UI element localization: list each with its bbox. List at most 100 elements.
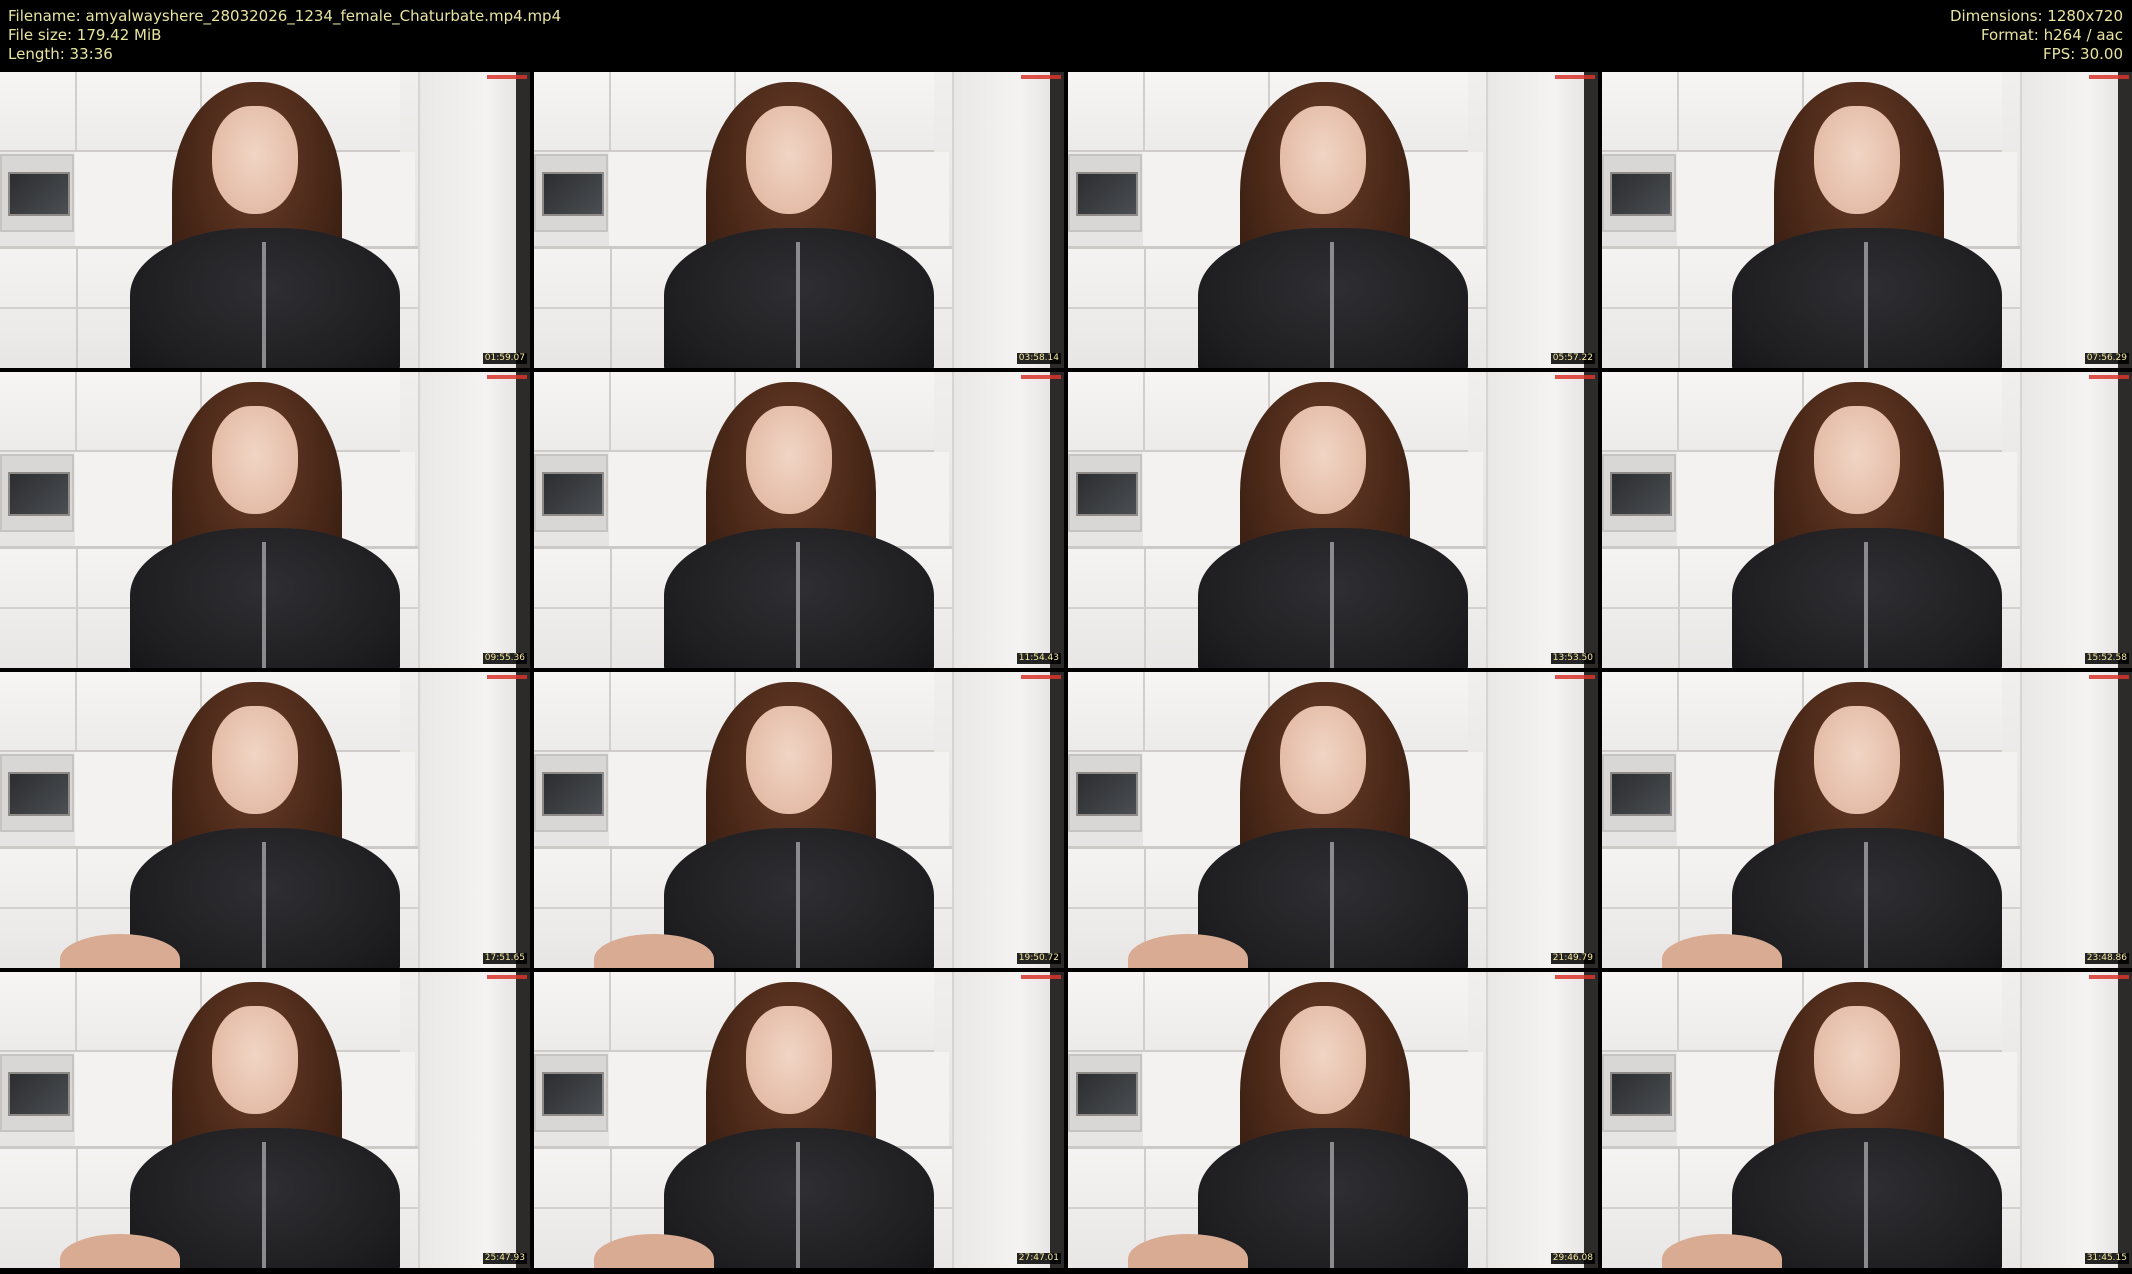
wall <box>418 372 530 668</box>
frame-edge <box>516 372 530 668</box>
wall <box>1486 72 1598 368</box>
thumbnail-timestamp: 11:54.43 <box>1016 653 1061 664</box>
wall <box>2020 672 2132 968</box>
zipper <box>1330 842 1334 968</box>
face <box>1814 106 1900 214</box>
thumbnail-timestamp: 29:46.08 <box>1550 1253 1595 1264</box>
watermark-logo <box>1555 375 1595 379</box>
video-thumbnail: 07:56.29 <box>1602 72 2132 368</box>
wall <box>2020 372 2132 668</box>
stream-info: Dimensions: 1280x720 Format: h264 / aac … <box>1950 7 2123 64</box>
wall <box>952 372 1064 668</box>
face <box>746 1006 832 1114</box>
microwave <box>1602 1054 1676 1132</box>
frame-edge <box>2118 72 2132 368</box>
thumbnail-timestamp: 25:47.93 <box>482 1253 527 1264</box>
zipper <box>796 842 800 968</box>
watermark-logo <box>487 75 527 79</box>
thumbnail-timestamp: 23:48.86 <box>2084 953 2129 964</box>
face <box>1280 406 1366 514</box>
zipper <box>262 1142 266 1268</box>
thumbnail-timestamp: 01:59.07 <box>482 353 527 364</box>
watermark-logo <box>1021 375 1061 379</box>
zipper <box>796 1142 800 1268</box>
zipper <box>1330 1142 1334 1268</box>
watermark-logo <box>487 975 527 979</box>
thumbnail-timestamp: 19:50.72 <box>1016 953 1061 964</box>
zipper <box>262 242 266 368</box>
watermark-logo <box>1021 75 1061 79</box>
watermark-logo <box>1555 675 1595 679</box>
video-thumbnail: 05:57.22 <box>1068 72 1598 368</box>
video-thumbnail: 09:55.36 <box>0 372 530 668</box>
wall <box>952 72 1064 368</box>
watermark-logo <box>2089 375 2129 379</box>
microwave <box>534 454 608 532</box>
watermark-logo <box>1021 975 1061 979</box>
microwave <box>1068 154 1142 232</box>
video-thumbnail: 17:51.65 <box>0 672 530 968</box>
thumbnail-timestamp: 15:52.58 <box>2084 653 2129 664</box>
info-header: Filename: amyalwayshere_28032026_1234_fe… <box>0 0 2132 72</box>
frame-edge <box>516 672 530 968</box>
microwave <box>1602 754 1676 832</box>
length-label: Length: 33:36 <box>8 45 113 63</box>
watermark-logo <box>2089 675 2129 679</box>
face <box>212 406 298 514</box>
thumbnail-timestamp: 17:51.65 <box>482 953 527 964</box>
face <box>1280 706 1366 814</box>
wall <box>418 72 530 368</box>
face <box>212 706 298 814</box>
face <box>746 406 832 514</box>
wall <box>952 672 1064 968</box>
frame-edge <box>1050 372 1064 668</box>
microwave <box>0 154 74 232</box>
wall <box>952 972 1064 1268</box>
wall <box>418 672 530 968</box>
video-thumbnail: 19:50.72 <box>534 672 1064 968</box>
watermark-logo <box>1555 975 1595 979</box>
frame-edge <box>1584 72 1598 368</box>
face <box>1280 1006 1366 1114</box>
frame-edge <box>1050 972 1064 1268</box>
frame-edge <box>1050 72 1064 368</box>
face <box>1814 706 1900 814</box>
zipper <box>1864 842 1868 968</box>
zipper <box>796 242 800 368</box>
microwave <box>0 454 74 532</box>
zipper <box>796 542 800 668</box>
frame-edge <box>1584 672 1598 968</box>
video-thumbnail: 31:45.15 <box>1602 972 2132 1268</box>
microwave <box>534 754 608 832</box>
microwave <box>1068 1054 1142 1132</box>
frame-edge <box>1584 372 1598 668</box>
zipper <box>262 842 266 968</box>
face <box>746 106 832 214</box>
frame-edge <box>516 972 530 1268</box>
wall <box>418 972 530 1268</box>
file-info: Filename: amyalwayshere_28032026_1234_fe… <box>8 7 561 64</box>
video-thumbnail: 03:58.14 <box>534 72 1064 368</box>
wall <box>2020 72 2132 368</box>
filename-label: Filename: amyalwayshere_28032026_1234_fe… <box>8 7 562 25</box>
watermark-logo <box>1555 75 1595 79</box>
frame-edge <box>2118 972 2132 1268</box>
face <box>1280 106 1366 214</box>
watermark-logo <box>2089 975 2129 979</box>
thumbnail-timestamp: 27:47.01 <box>1016 1253 1061 1264</box>
face <box>212 1006 298 1114</box>
video-thumbnail: 13:53.50 <box>1068 372 1598 668</box>
zipper <box>262 542 266 668</box>
microwave <box>1602 454 1676 532</box>
thumbnail-timestamp: 07:56.29 <box>2084 353 2129 364</box>
format-label: Format: h264 / aac <box>1980 26 2123 44</box>
video-thumbnail: 27:47.01 <box>534 972 1064 1268</box>
frame-edge <box>516 72 530 368</box>
zipper <box>1330 542 1334 668</box>
watermark-logo <box>1021 675 1061 679</box>
thumbnail-timestamp: 31:45.15 <box>2084 1253 2129 1264</box>
frame-edge <box>2118 372 2132 668</box>
video-thumbnail: 15:52.58 <box>1602 372 2132 668</box>
microwave <box>1068 754 1142 832</box>
video-thumbnail: 25:47.93 <box>0 972 530 1268</box>
